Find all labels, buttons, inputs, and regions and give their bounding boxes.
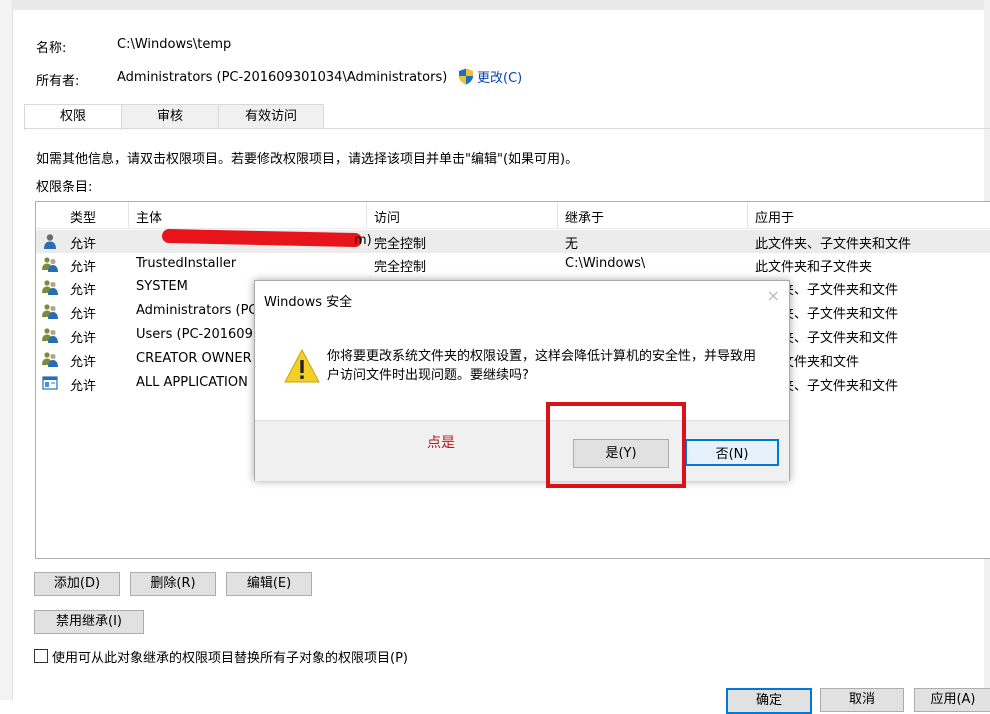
principal-cell: SYSTEM [136, 279, 188, 294]
applies-cell: 夹、子文件夹和文件 [781, 283, 899, 298]
type-cell: 允许 [70, 355, 97, 370]
principal-cell: Users (PC-201609 [136, 327, 253, 342]
replace-child-permissions-label[interactable]: 使用可从此对象继承的权限项目替换所有子对象的权限项目(P) [52, 647, 408, 666]
group-icon [42, 304, 58, 319]
add-button[interactable]: 添加(D) [34, 572, 120, 596]
column-applies-to[interactable]: 应用于 [755, 207, 794, 226]
applies-cell: 夹、子文件夹和文件 [781, 307, 899, 322]
app-package-icon [42, 376, 58, 390]
inherited-cell: C:\Windows\ [565, 256, 646, 271]
annotation-text: 点是 [427, 435, 455, 451]
change-owner-label: 更改(C) [477, 71, 523, 86]
tab-auditing[interactable]: 审核 [121, 104, 219, 128]
column-divider [557, 202, 558, 228]
entries-label: 权限条目: [36, 180, 93, 195]
tab-permissions[interactable]: 权限 [24, 104, 122, 130]
access-cell: 完全控制 [374, 237, 427, 252]
applies-cell: 文件夹和文件 [781, 355, 860, 370]
applies-cell: 夹、子文件夹和文件 [781, 331, 899, 346]
windows-security-dialog: Windows 安全 × 你将要更改系统文件夹的权限设置，这样会降低计算机的安全… [254, 280, 790, 481]
principal-cell: TrustedInstaller [136, 256, 237, 271]
principal-cell: m) [354, 233, 372, 248]
warning-icon [284, 349, 320, 383]
disable-inheritance-button[interactable]: 禁用继承(I) [34, 610, 144, 634]
redaction-mark [161, 228, 363, 248]
table-header: 类型 主体 访问 继承于 应用于 [36, 202, 990, 229]
close-icon[interactable]: × [767, 286, 780, 305]
column-divider [747, 202, 748, 228]
group-icon [42, 328, 58, 343]
apply-button[interactable]: 应用(A) [914, 688, 990, 712]
principal-cell: ALL APPLICATION [136, 375, 248, 390]
change-owner-link[interactable]: 更改(C) [458, 67, 522, 86]
top-edge [0, 0, 990, 10]
applies-cell: 夹、子文件夹和文件 [781, 379, 899, 394]
remove-button[interactable]: 删除(R) [130, 572, 216, 596]
applies-cell: 此文件夹、子文件夹和文件 [755, 237, 912, 252]
cancel-button[interactable]: 取消 [820, 688, 904, 712]
name-value: C:\Windows\temp [117, 37, 232, 52]
table-row[interactable]: 允许 m) 完全控制 无 此文件夹、子文件夹和文件 [36, 228, 990, 253]
column-divider [128, 202, 129, 228]
principal-cell: Administrators (PC [136, 303, 258, 318]
group-icon [42, 280, 58, 295]
name-label: 名称: [36, 41, 67, 56]
annotation-highlight-box [546, 402, 686, 488]
type-cell: 允许 [70, 237, 97, 252]
uac-shield-icon [459, 68, 473, 85]
ok-button[interactable]: 确定 [726, 688, 812, 714]
type-cell: 允许 [70, 307, 97, 322]
tab-effective-access[interactable]: 有效访问 [218, 104, 324, 128]
user-icon [44, 234, 56, 249]
window-left-edge [0, 0, 13, 700]
type-cell: 允许 [70, 283, 97, 298]
edit-button[interactable]: 编辑(E) [226, 572, 312, 596]
column-type[interactable]: 类型 [70, 207, 96, 226]
column-access[interactable]: 访问 [374, 207, 400, 226]
inherited-cell: 无 [565, 237, 579, 252]
principal-cell: CREATOR OWNER [136, 351, 252, 366]
replace-child-permissions-checkbox[interactable] [34, 649, 48, 663]
owner-label: 所有者: [36, 74, 80, 89]
table-row[interactable]: 允许 TrustedInstaller 完全控制 C:\Windows\ 此文件… [36, 253, 990, 276]
no-button[interactable]: 否(N) [685, 439, 779, 466]
type-cell: 允许 [70, 379, 97, 394]
owner-value: Administrators (PC-201609301034\Administ… [117, 70, 448, 85]
type-cell: 允许 [70, 331, 97, 346]
tab-divider [24, 128, 990, 129]
info-text: 如需其他信息，请双击权限项目。若要修改权限项目，请选择该项目并单击"编辑"(如果… [36, 152, 579, 167]
tab-bar: 权限 审核 有效访问 [24, 104, 324, 130]
group-icon [42, 257, 58, 272]
column-principal[interactable]: 主体 [136, 207, 162, 226]
access-cell: 完全控制 [374, 260, 427, 275]
type-cell: 允许 [70, 260, 97, 275]
column-divider [366, 202, 367, 228]
applies-cell: 此文件夹和子文件夹 [755, 260, 873, 275]
dialog-message: 你将要更改系统文件夹的权限设置，这样会降低计算机的安全性，并导致用户访问文件时出… [327, 349, 757, 383]
group-icon [42, 352, 58, 367]
dialog-footer: 点是 是(Y) 否(N) [255, 420, 789, 481]
column-inherited-from[interactable]: 继承于 [565, 207, 604, 226]
dialog-title: Windows 安全 [264, 295, 353, 310]
